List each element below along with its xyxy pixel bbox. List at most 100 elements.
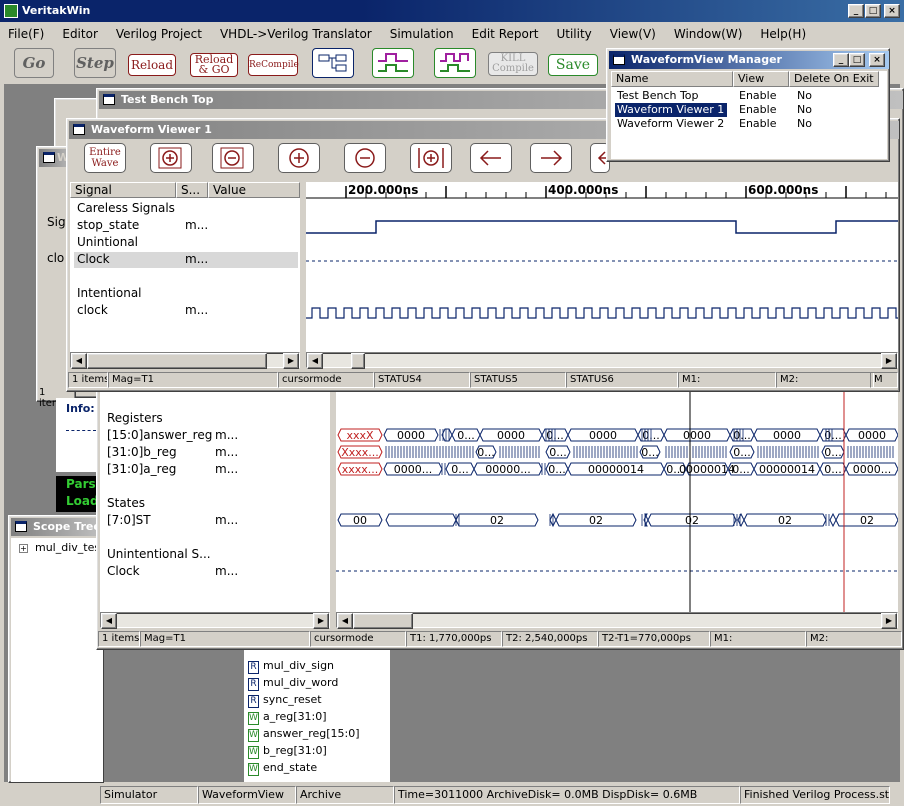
signal-name[interactable]: clock: [77, 302, 108, 319]
hierarchy-button[interactable]: [312, 48, 354, 78]
scroll-left-icon[interactable]: ◀: [307, 353, 323, 369]
minimize-button[interactable]: _: [848, 4, 864, 18]
status-field: M1:: [678, 372, 776, 388]
menu-item[interactable]: Edit Report: [472, 27, 539, 41]
signal-name[interactable]: Registers: [107, 410, 163, 427]
manager-row-name[interactable]: Waveform Viewer 1: [617, 103, 724, 117]
scroll-right-icon[interactable]: ▶: [313, 613, 329, 629]
waveform-manager-window[interactable]: WaveformView Manager _ □ × Name View Delet…: [606, 48, 890, 162]
menu-item[interactable]: Utility: [556, 27, 591, 41]
menu-item[interactable]: View(V): [610, 27, 656, 41]
signal-name[interactable]: Careless Signals: [77, 200, 175, 217]
signal-list-item[interactable]: Wb_reg[31:0]: [248, 742, 327, 759]
scope-item[interactable]: mul_div_test: [35, 541, 104, 554]
register-icon: R: [248, 678, 259, 691]
wv1-waveforms[interactable]: 200.000ns 400.000ns 600.000ns: [306, 182, 898, 352]
column-header[interactable]: Delete On Exit: [789, 71, 879, 87]
signal-name[interactable]: [31:0]b_reg: [107, 444, 177, 461]
manager-row-delete[interactable]: No: [797, 89, 812, 103]
wv2-wave-hscroll[interactable]: ◀ ▶: [336, 612, 898, 629]
maximize-button[interactable]: □: [865, 4, 881, 18]
close-button[interactable]: ×: [884, 4, 900, 18]
manager-row-name[interactable]: Test Bench Top: [617, 89, 699, 103]
zoom-in-button[interactable]: [278, 143, 320, 173]
wv2-waveforms[interactable]: xxxX 0000 0... 0000 0... 0000 0... 0000 0... 0000…: [336, 392, 898, 612]
signal-name[interactable]: stop_state: [77, 217, 139, 234]
scroll-thumb[interactable]: [351, 353, 365, 369]
waveform-button[interactable]: [372, 48, 414, 78]
signal-list-item[interactable]: Wanswer_reg[15:0]: [248, 725, 360, 742]
signal-name[interactable]: States: [107, 495, 145, 512]
zoom-fit-out-button[interactable]: [212, 143, 254, 173]
bus-value: 0...: [457, 429, 475, 442]
time-tick-label: 200.000ns: [348, 183, 418, 197]
scroll-left-button[interactable]: [470, 143, 512, 173]
bus-value: 0000: [683, 429, 711, 442]
menu-item[interactable]: Window(W): [674, 27, 743, 41]
expand-icon[interactable]: +: [19, 544, 28, 553]
go-button[interactable]: Go: [14, 48, 54, 78]
scroll-left-icon[interactable]: ◀: [101, 613, 117, 629]
wv1-column-headers: Signal S... Value: [70, 182, 300, 198]
manager-row-name[interactable]: Waveform Viewer 2: [617, 117, 724, 131]
menu-item[interactable]: Simulation: [390, 27, 454, 41]
scope-tree-window[interactable]: Scope Tree + mul_div_test: [8, 515, 104, 783]
signal-name[interactable]: [7:0]ST: [107, 512, 151, 529]
scroll-left-icon[interactable]: ◀: [71, 353, 87, 369]
menu-item[interactable]: File(F): [8, 27, 44, 41]
zoom-fit-in-button[interactable]: [150, 143, 192, 173]
bus-value: 02: [490, 514, 504, 527]
wv1-wave-hscroll[interactable]: ◀ ▶: [306, 352, 898, 369]
step-button[interactable]: Step: [74, 48, 116, 78]
column-header[interactable]: S...: [176, 182, 208, 198]
menu-item[interactable]: Help(H): [760, 27, 806, 41]
scroll-right-icon[interactable]: ▶: [283, 353, 299, 369]
scroll-right-button[interactable]: [530, 143, 572, 173]
signal-list-item[interactable]: Rmul_div_word: [248, 674, 338, 691]
wv1-sig-hscroll[interactable]: ◀ ▶: [70, 352, 300, 369]
menu-item[interactable]: VHDL->Verilog Translator: [220, 27, 372, 41]
signal-list-item[interactable]: Wa_reg[31:0]: [248, 708, 327, 725]
manager-row-view[interactable]: Enable: [739, 103, 776, 117]
scroll-thumb[interactable]: [353, 613, 413, 629]
recompile-button[interactable]: ReCompile: [248, 54, 299, 76]
column-header[interactable]: Signal: [70, 182, 176, 198]
scroll-right-icon[interactable]: ▶: [881, 353, 897, 369]
manager-close-button[interactable]: ×: [869, 53, 885, 67]
manager-maximize-button[interactable]: □: [849, 53, 865, 67]
signal-name[interactable]: Unintional: [77, 234, 138, 251]
signal-name[interactable]: [15:0]answer_reg: [107, 427, 212, 444]
column-header[interactable]: View: [733, 71, 789, 87]
zoom-out-button[interactable]: [344, 143, 386, 173]
manager-row-delete[interactable]: No: [797, 117, 812, 131]
signal-name[interactable]: Clock: [107, 563, 140, 580]
wv2-sig-hscroll[interactable]: ◀ ▶: [100, 612, 330, 629]
signal-name[interactable]: Clock: [77, 251, 110, 268]
manager-minimize-button[interactable]: _: [833, 53, 849, 67]
status-field: M2:: [776, 372, 874, 388]
reload-go-button[interactable]: Reload & GO: [190, 53, 238, 77]
signal-list-item[interactable]: Rmul_div_sign: [248, 657, 334, 674]
scroll-left-icon[interactable]: ◀: [337, 613, 353, 629]
signal-name[interactable]: Unintentional S...: [107, 546, 211, 563]
reload-button[interactable]: Reload: [128, 54, 176, 76]
status-field: 1 items.: [98, 631, 140, 647]
signal-list-item[interactable]: Wend_state: [248, 759, 317, 776]
signal-list-item[interactable]: Rsync_reset: [248, 691, 322, 708]
manager-row-delete[interactable]: No: [797, 103, 812, 117]
manager-row-view[interactable]: Enable: [739, 117, 776, 131]
save-button[interactable]: Save: [548, 54, 598, 76]
center-cursor-button[interactable]: [410, 143, 452, 173]
signal-name[interactable]: [31:0]a_reg: [107, 461, 176, 478]
signal-name[interactable]: Intentional: [77, 285, 142, 302]
column-header[interactable]: Name: [611, 71, 733, 87]
wv2-divider[interactable]: [330, 392, 336, 628]
column-header[interactable]: Value: [208, 182, 300, 198]
menu-item[interactable]: Editor: [62, 27, 98, 41]
scroll-thumb[interactable]: [87, 353, 267, 369]
waveform-view-button[interactable]: [434, 48, 476, 78]
menu-item[interactable]: Verilog Project: [116, 27, 202, 41]
manager-row-view[interactable]: Enable: [739, 89, 776, 103]
scroll-right-icon[interactable]: ▶: [881, 613, 897, 629]
entire-wave-button[interactable]: Entire Wave: [84, 143, 126, 173]
